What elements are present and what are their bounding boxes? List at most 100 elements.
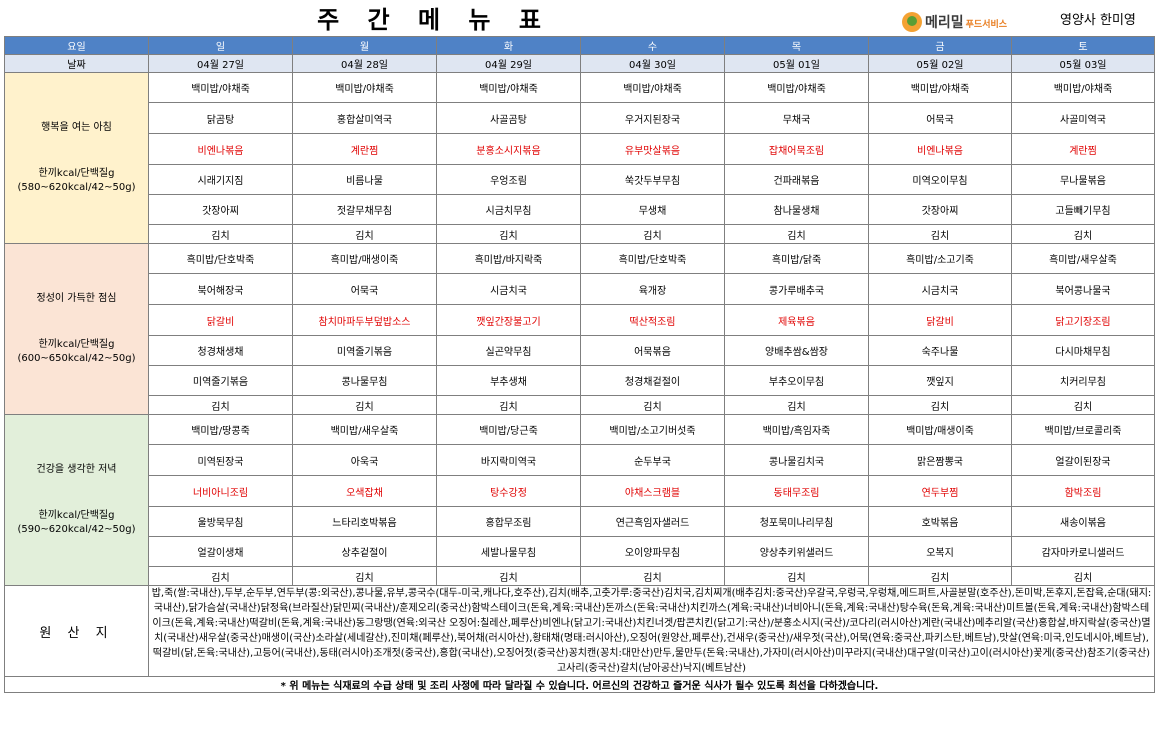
lunch-range: (600~650kcal/42~50g) [17, 353, 136, 364]
day-header: 토 [1011, 36, 1155, 55]
lunch-row: 북어해장국 어묵국 시금치국 육개장 콩가루배추국 시금치국 북어콩나물국 [5, 273, 1155, 305]
menu-cell: 양상추키위샐러드 [724, 536, 869, 567]
menu-cell: 야채스크램블 [580, 475, 725, 507]
menu-cell: 흑미밥/소고기죽 [868, 243, 1012, 274]
origin-label: 원 산 지 [4, 585, 149, 677]
menu-cell: 미역오이무침 [868, 164, 1012, 195]
menu-cell: 시래기지짐 [148, 164, 293, 195]
lunch-row: 미역줄기볶음 콩나물무침 부추생채 청경채겉절이 부추오이무침 깻잎지 치커리무침 [5, 365, 1155, 396]
menu-cell: 비름나물 [292, 164, 437, 195]
day-header: 일 [148, 36, 293, 55]
title-bar: 주 간 메 뉴 표 메리밀 푸드서비스 영양사 한미영 [4, 4, 1154, 36]
menu-cell: 건파래볶음 [724, 164, 869, 195]
menu-cell: 흑미밥/새우살죽 [1011, 243, 1155, 274]
menu-cell: 부추생채 [436, 365, 581, 396]
dinner-row: 울방묵무침 느타리호박볶음 홍합무조림 연근흑임자샐러드 청포묵미나리무침 호박볶음 새송이… [5, 506, 1155, 537]
menu-cell: 육개장 [580, 273, 725, 305]
menu-cell: 바지락미역국 [436, 444, 581, 476]
menu-cell: 김치 [868, 566, 1012, 586]
day-header: 수 [580, 36, 725, 55]
date-header: 04월 30일 [580, 54, 725, 73]
menu-cell: 부추오이무침 [724, 365, 869, 396]
menu-cell: 어묵국 [868, 102, 1012, 134]
menu-cell: 유부맛살볶음 [580, 133, 725, 165]
menu-cell: 닭곰탕 [148, 102, 293, 134]
menu-cell: 동태무조림 [724, 475, 869, 507]
menu-cell: 어묵국 [292, 273, 437, 305]
menu-cell: 상추겉절이 [292, 536, 437, 567]
menu-cell: 청경채생채 [148, 335, 293, 366]
menu-cell: 잡채어묵조림 [724, 133, 869, 165]
menu-cell: 양배추쌈&쌈장 [724, 335, 869, 366]
breakfast-row: 비엔나볶음 계란찜 분홍소시지볶음 유부맛살볶음 잡채어묵조림 비엔나볶음 계란찜 [5, 133, 1155, 165]
menu-cell: 시금치국 [436, 273, 581, 305]
menu-cell: 호박볶음 [868, 506, 1012, 537]
menu-cell: 떡산적조림 [580, 304, 725, 336]
menu-cell: 우엉조림 [436, 164, 581, 195]
breakfast-row: 닭곰탕 홍합살미역국 사골곰탕 우거지된장국 무채국 어묵국 사골미역국 [5, 102, 1155, 134]
menu-cell: 김치 [580, 395, 725, 415]
page-title: 주 간 메 뉴 표 [317, 6, 551, 34]
menu-cell: 흑미밥/단호박죽 [148, 243, 293, 274]
day-header: 월 [292, 36, 437, 55]
menu-cell: 새송이볶음 [1011, 506, 1155, 537]
menu-cell: 백미밥/야채죽 [580, 72, 725, 103]
menu-cell: 참치마파두부덮밥소스 [292, 304, 437, 336]
dinner-group-label: 건강을 생각한 저녁 한끼kcal/단백질g (590~620kcal/42~50g… [4, 414, 149, 586]
menu-cell: 백미밥/땅콩죽 [148, 414, 293, 445]
menu-cell: 참나물생채 [724, 194, 869, 225]
dietitian-name: 영양사 한미영 [1060, 13, 1136, 28]
menu-cell: 백미밥/매생이죽 [868, 414, 1012, 445]
breakfast-row: 김치 김치 김치 김치 김치 김치 김치 [5, 224, 1155, 244]
menu-cell: 김치 [868, 395, 1012, 415]
menu-cell: 닭고기장조림 [1011, 304, 1155, 336]
date-header: 04월 29일 [436, 54, 581, 73]
menu-cell: 깻잎간장불고기 [436, 304, 581, 336]
date-header: 05월 03일 [1011, 54, 1155, 73]
menu-cell: 백미밥/당근죽 [436, 414, 581, 445]
brand-sub: 푸드서비스 [965, 20, 1008, 30]
brand-logo: 메리밀 푸드서비스 [902, 10, 1007, 34]
menu-cell: 사골미역국 [1011, 102, 1155, 134]
menu-cell: 콩나물김치국 [724, 444, 869, 476]
date-header: 05월 02일 [868, 54, 1012, 73]
menu-sheet: 주 간 메 뉴 표 메리밀 푸드서비스 영양사 한미영 요일 일 월 화 수 목 금 토 날짜 0… [0, 0, 1158, 740]
menu-cell: 오이양파무침 [580, 536, 725, 567]
menu-cell: 김치 [292, 566, 437, 586]
menu-cell: 김치 [436, 395, 581, 415]
menu-cell: 무채국 [724, 102, 869, 134]
breakfast-kcal: 한끼kcal/단백질g [38, 168, 115, 179]
menu-cell: 북어콩나물국 [1011, 273, 1155, 305]
menu-cell: 백미밥/야채죽 [436, 72, 581, 103]
lunch-row: 정성이 가득한 점심 한끼kcal/단백질g (600~650kcal/42~50g… [4, 243, 1155, 415]
menu-cell: 오색잡채 [292, 475, 437, 507]
menu-cell: 청포묵미나리무침 [724, 506, 869, 537]
lunch-kcal: 한끼kcal/단백질g [38, 339, 115, 350]
menu-cell: 얼갈이된장국 [1011, 444, 1155, 476]
brand-name: 메리밀 [925, 15, 964, 31]
menu-cell: 분홍소시지볶음 [436, 133, 581, 165]
menu-cell: 맑은짬뽕국 [868, 444, 1012, 476]
menu-cell: 김치 [724, 395, 869, 415]
menu-cell: 시금치국 [868, 273, 1012, 305]
menu-cell: 닭갈비 [148, 304, 293, 336]
menu-cell: 함박조림 [1011, 475, 1155, 507]
menu-cell: 계란찜 [1011, 133, 1155, 165]
menu-cell: 쑥갓두부무침 [580, 164, 725, 195]
menu-cell: 갓장아찌 [868, 194, 1012, 225]
menu-cell: 고들빼기무침 [1011, 194, 1155, 225]
menu-cell: 깻잎지 [868, 365, 1012, 396]
menu-cell: 탕수강정 [436, 475, 581, 507]
menu-cell: 김치 [436, 566, 581, 586]
menu-cell: 백미밥/야채죽 [292, 72, 437, 103]
dinner-row: 김치 김치 김치 김치 김치 김치 김치 [5, 566, 1155, 586]
breakfast-row: 시래기지짐 비름나물 우엉조림 쑥갓두부무침 건파래볶음 미역오이무침 무나물볶음 [5, 164, 1155, 195]
menu-cell: 백미밥/소고기버섯죽 [580, 414, 725, 445]
dinner-title: 건강을 생각한 저녁 [36, 464, 117, 475]
menu-cell: 백미밥/브로콜리죽 [1011, 414, 1155, 445]
menu-cell: 연근흑임자샐러드 [580, 506, 725, 537]
menu-cell: 김치 [580, 224, 725, 244]
menu-cell: 우거지된장국 [580, 102, 725, 134]
breakfast-group-label: 행복을 여는 아침 한끼kcal/단백질g (580~620kcal/42~50g) [4, 72, 149, 244]
dinner-row: 건강을 생각한 저녁 한끼kcal/단백질g (590~620kcal/42~50g… [4, 414, 1155, 586]
